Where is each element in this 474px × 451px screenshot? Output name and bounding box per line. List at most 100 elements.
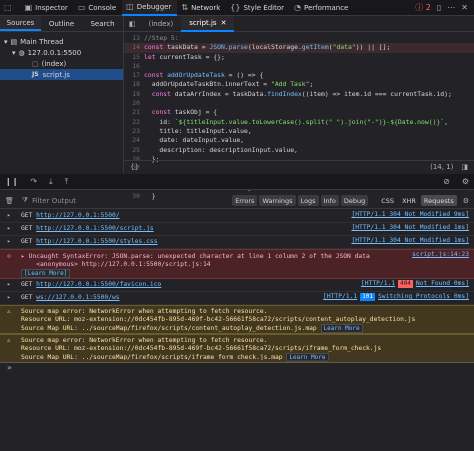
tab-network[interactable]: ⇅ Network — [177, 0, 226, 16]
deactivate-breakpoints-icon[interactable]: ⊘ — [443, 177, 450, 186]
step-in-icon[interactable]: ⤓ — [49, 177, 53, 187]
console-icon: ▭ — [77, 3, 86, 12]
tab-search[interactable]: Search — [82, 16, 123, 31]
log-row[interactable]: ▸ GET http://127.0.0.1:5500/favicon.ico … — [0, 279, 474, 292]
thread-icon: ▤ — [10, 37, 18, 46]
console-log: ▸ GET http://127.0.0.1:5500/ [HTTP/1.1 3… — [0, 210, 474, 363]
expand-icon[interactable]: ▸ — [7, 281, 21, 289]
console-input[interactable]: » — [0, 360, 474, 374]
tree-file-index[interactable]: ▢ (index) — [0, 58, 123, 69]
step-out-icon[interactable]: ⤒ — [65, 177, 69, 187]
line-number[interactable]: 19 — [124, 90, 144, 99]
editor-tab-script[interactable]: script.js ✕ — [181, 15, 235, 32]
code-text: const addOrUpdateTask = () => { — [144, 71, 264, 80]
code-text: addOrUpdateTaskBtn.innerText = "Add Task… — [144, 80, 314, 89]
pick-element-button[interactable]: ⬚ — [0, 0, 21, 16]
trash-icon[interactable]: 🗑 — [5, 197, 14, 205]
expand-icon[interactable]: ▸ — [7, 225, 21, 233]
tab-outline[interactable]: Outline — [41, 16, 82, 31]
code-line: 21 const taskObj = { — [124, 108, 474, 117]
js-file-icon: JS — [32, 71, 39, 78]
line-number[interactable]: 15 — [124, 53, 144, 62]
warning-icon: ⚠ — [7, 308, 11, 315]
code-text: description: descriptionInput.value, — [144, 145, 298, 154]
line-number[interactable]: 23 — [124, 127, 144, 136]
network-icon: ⇅ — [181, 3, 189, 12]
line-number[interactable]: 17 — [124, 71, 144, 80]
pick-element-icon: ⬚ — [4, 3, 12, 12]
filter-requests-button[interactable]: Requests — [420, 195, 457, 206]
step-over-icon[interactable]: ↷ — [30, 177, 37, 186]
tab-inspector[interactable]: ▣ Inspector — [21, 0, 74, 16]
code-editor[interactable]: ◧ (index) script.js ✕ 13//Step 5: 14 const … — [124, 15, 474, 200]
tab-sources[interactable]: Sources — [0, 16, 41, 31]
toggle-sidebar-icon[interactable]: ◧ — [124, 20, 141, 28]
line-number[interactable]: 18 — [124, 80, 144, 89]
filter-icon: ⧩ — [21, 196, 29, 204]
log-row[interactable]: ▸ GET http://127.0.0.1:5500/script.js [H… — [0, 223, 474, 236]
tree-host[interactable]: ▾ ◍ 127.0.0.1:5500 — [0, 47, 123, 58]
expand-icon[interactable]: ▸ — [7, 294, 21, 302]
filter-xhr-button[interactable]: XHR — [399, 195, 419, 206]
toggle-pane-icon[interactable]: ◨ — [461, 163, 468, 171]
filter-warnings-button[interactable]: Warnings — [259, 195, 296, 206]
code-line: 17 const addOrUpdateTask = () => { — [124, 71, 474, 80]
console-toolbar: 🗑 ⧩ Filter Output Errors Warnings Logs I… — [0, 193, 474, 209]
code-text: date: dateInput.value, — [144, 136, 245, 145]
tab-performance[interactable]: ◔ Performance — [290, 0, 354, 16]
line-number[interactable]: 21 — [124, 108, 144, 117]
tree-main-thread[interactable]: ▾ ▤ Main Thread — [0, 36, 123, 47]
console-settings-icon[interactable]: ⚙ — [463, 197, 469, 205]
log-row[interactable]: ▸ GET http://127.0.0.1:5500/styles.css [… — [0, 236, 474, 249]
tab-style-editor[interactable]: {} Style Editor — [226, 0, 290, 16]
inspector-icon: ▣ — [24, 3, 33, 12]
line-number[interactable]: 22 — [124, 118, 144, 127]
error-message[interactable]: ⊗ ▸ Uncaught SyntaxError: JSON.parse: un… — [0, 249, 474, 279]
line-number[interactable]: 13 — [124, 34, 144, 43]
error-icon: ⊗ — [7, 253, 11, 260]
line-number[interactable]: 20 — [124, 99, 144, 108]
error-stack[interactable]: <anonymous> http://127.0.0.1:5500/script… — [21, 261, 210, 268]
expand-icon[interactable]: ▸ — [21, 253, 29, 260]
filter-debug-button[interactable]: Debug — [340, 195, 369, 206]
learn-more-link[interactable]: [Learn More] — [21, 269, 71, 279]
line-number[interactable]: 25 — [124, 146, 144, 155]
expand-icon[interactable]: ▸ — [7, 212, 21, 220]
code-text: const dataArrIndex = taskData.findIndex(… — [151, 89, 452, 98]
editor-tab-index[interactable]: (index) — [141, 16, 182, 32]
debugger-icon: ◫ — [126, 2, 134, 11]
pause-icon[interactable]: ❙❙ — [5, 177, 18, 186]
tab-console[interactable]: ▭ Console — [74, 0, 122, 16]
tab-debugger[interactable]: ◫ Debugger — [122, 0, 178, 16]
error-source-link[interactable]: script.js:14:23 — [412, 251, 469, 259]
status-badge: 404 — [398, 280, 413, 289]
filter-info-button[interactable]: Info — [320, 195, 339, 206]
warning-message[interactable]: ⚠ Source map error: NetworkError when at… — [0, 334, 474, 363]
filter-output-input[interactable]: ⧩ Filter Output — [22, 196, 76, 205]
tree-file-script[interactable]: JS script.js — [0, 69, 123, 80]
error-count-icon[interactable]: ⓘ 2 — [415, 2, 431, 13]
line-number[interactable]: 14 — [124, 43, 144, 52]
line-number[interactable]: 16 — [124, 62, 144, 71]
expand-icon[interactable]: ▸ — [7, 238, 21, 246]
responsive-design-icon[interactable]: ▯ — [437, 3, 441, 12]
log-row[interactable]: ▸ GET ws://127.0.0.1:5500/ws [HTTP/1.1 10… — [0, 292, 474, 305]
warning-message[interactable]: ⚠ Source map error: NetworkError when at… — [0, 305, 474, 334]
filter-css-button[interactable]: CSS — [378, 195, 397, 206]
chevron-down-icon: ▾ — [12, 48, 16, 57]
prompt-icon: » — [7, 363, 12, 372]
settings-icon[interactable]: ⚙ — [462, 177, 469, 186]
pretty-print-icon[interactable]: {} — [130, 163, 139, 171]
debugger-controls: ❙❙ ↷ ⤓ ⤒ ⊘ ⚙ — [0, 174, 474, 190]
close-tab-icon[interactable]: ✕ — [221, 19, 227, 27]
log-row[interactable]: ▸ GET http://127.0.0.1:5500/ [HTTP/1.1 3… — [0, 210, 474, 223]
more-options-icon[interactable]: ⋯ — [447, 3, 455, 12]
close-icon[interactable]: ✕ — [461, 3, 468, 12]
learn-more-link[interactable]: Learn More — [320, 324, 363, 334]
code-line: 22 id: `${titleInput.value.toLowerCase()… — [124, 118, 474, 127]
line-number[interactable]: 24 — [124, 136, 144, 145]
code-line: 25 description: descriptionInput.value, — [124, 146, 474, 155]
filter-errors-button[interactable]: Errors — [232, 195, 258, 206]
file-icon: ▢ — [32, 59, 39, 68]
filter-logs-button[interactable]: Logs — [297, 195, 319, 206]
